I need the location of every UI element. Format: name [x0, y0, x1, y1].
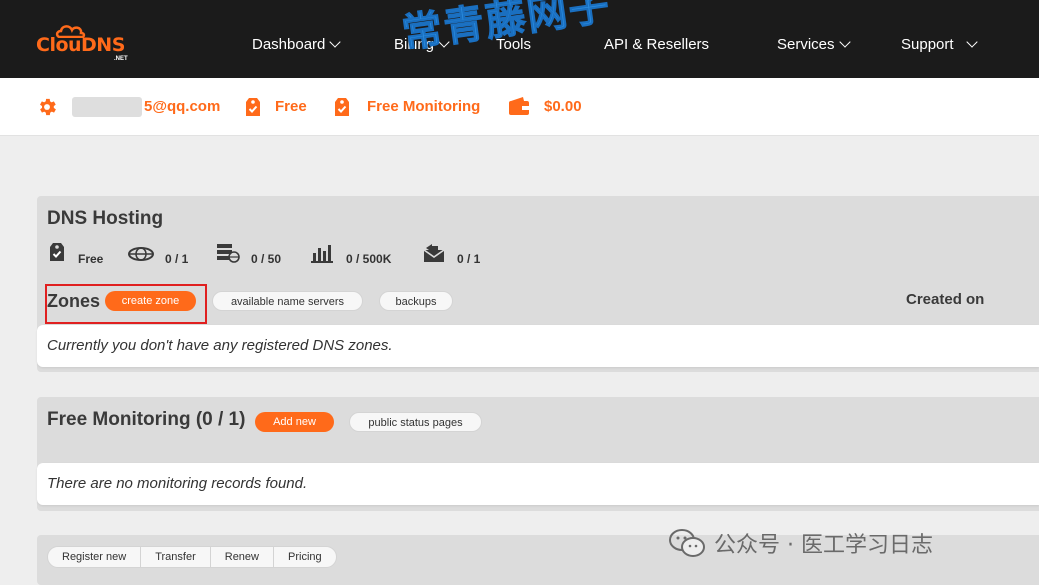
bar-chart-icon: [311, 245, 333, 263]
highlight-box: [45, 284, 207, 324]
account-plan[interactable]: Free: [275, 98, 307, 115]
account-monitoring-label: Free Monitoring: [367, 98, 481, 115]
gear-icon[interactable]: [36, 96, 58, 118]
stat-zones: 0 / 1: [165, 252, 189, 266]
stat-records: 0 / 50: [251, 252, 282, 266]
cloudns-logo[interactable]: ClouDNS .NET: [36, 22, 136, 66]
renew-button[interactable]: Renew: [211, 547, 274, 567]
chevron-down-icon: [329, 36, 342, 48]
mail-forward-icon: [423, 244, 445, 262]
monitoring-empty-message: There are no monitoring records found.: [47, 475, 308, 492]
nav-dashboard[interactable]: Dashboard: [252, 36, 342, 53]
wechat-icon: [669, 529, 705, 557]
stat-queries: 0 / 500K: [346, 252, 392, 266]
stat-mail-forwards: 0 / 1: [457, 252, 481, 266]
logo-subtext: .NET: [114, 56, 128, 62]
nav-services-label: Services: [777, 36, 835, 53]
stat-plan: Free: [78, 252, 104, 266]
chevron-down-icon: [838, 36, 851, 48]
nav-support-label: Support: [901, 36, 954, 53]
monitoring-title: Free Monitoring (0 / 1): [47, 409, 246, 430]
add-new-monitoring-button[interactable]: Add new: [255, 412, 334, 432]
transfer-button[interactable]: Transfer: [141, 547, 211, 567]
top-navigation: ClouDNS .NET Dashboard Billing Tools API…: [0, 0, 1039, 78]
price-tag-icon: [246, 98, 260, 116]
globe-icon: [128, 247, 154, 261]
available-name-servers-button[interactable]: available name servers: [212, 291, 363, 311]
logo-text: ClouDNS: [36, 34, 125, 56]
wallet-icon: [509, 97, 529, 115]
nav-api-label: API & Resellers: [604, 36, 710, 53]
nav-api-resellers[interactable]: API & Resellers: [604, 36, 709, 53]
register-new-button[interactable]: Register new: [48, 547, 142, 567]
public-status-pages-button[interactable]: public status pages: [349, 412, 482, 432]
chevron-down-icon: [965, 36, 978, 48]
backups-button[interactable]: backups: [379, 291, 453, 311]
footer-watermark: 公众号 · 医工学习日志: [668, 527, 933, 559]
created-on-header: Created on: [906, 291, 985, 308]
nav-dashboard-label: Dashboard: [252, 36, 326, 53]
email-redacted: [72, 97, 142, 117]
price-tag-icon: [50, 243, 64, 261]
server-globe-icon: [217, 244, 240, 263]
zones-empty-message: Currently you don't have any registered …: [47, 337, 393, 354]
price-tag-icon: [335, 98, 349, 116]
account-plan-label: Free: [275, 98, 307, 115]
footer-watermark-text: 公众号 · 医工学习日志: [714, 533, 933, 558]
account-bar: 5@qq.com Free Free Monitoring $0.00: [0, 78, 1039, 136]
nav-support[interactable]: Support: [901, 36, 978, 53]
account-email-text: 5@qq.com: [144, 97, 221, 115]
nav-services[interactable]: Services: [777, 36, 851, 53]
pricing-button[interactable]: Pricing: [274, 547, 336, 567]
account-monitoring[interactable]: Free Monitoring: [367, 98, 480, 115]
account-balance[interactable]: $0.00: [544, 98, 582, 115]
dns-hosting-title: DNS Hosting: [47, 208, 164, 229]
account-balance-label: $0.00: [544, 98, 582, 115]
account-email[interactable]: 5@qq.com: [72, 97, 220, 117]
domain-actions: Register new Transfer Renew Pricing: [47, 546, 337, 568]
